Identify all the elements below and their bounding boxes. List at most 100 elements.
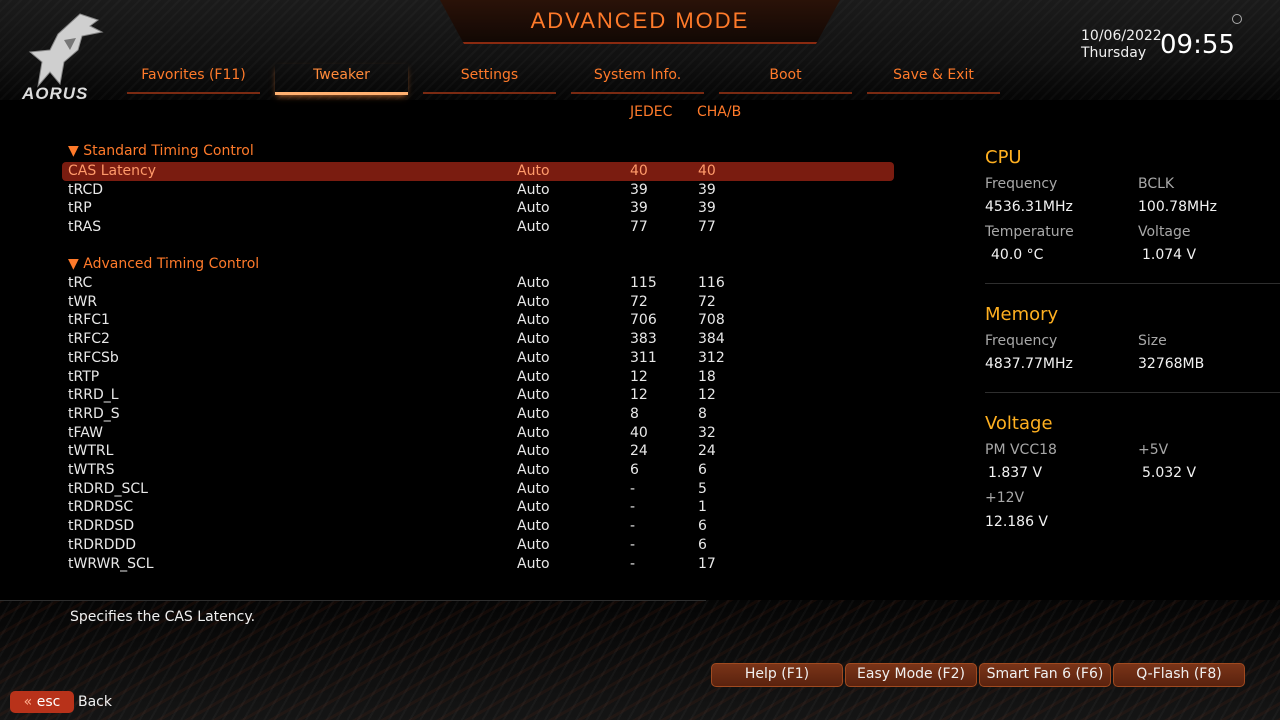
timing-row[interactable]: tRP Auto 39 39 — [62, 199, 894, 218]
timing-row[interactable]: tRCD Auto 39 39 — [62, 181, 894, 200]
column-header-jedec: JEDEC — [630, 104, 673, 120]
timing-row[interactable]: tRDRD_SCL Auto - 5 — [62, 480, 894, 499]
cha-b-value: 8 — [698, 405, 707, 422]
cpu-bclk-value: 100.78MHz — [1138, 199, 1217, 215]
timing-name: tRDRDSC — [68, 499, 134, 516]
easy-mode-button[interactable]: Easy Mode (F2) — [845, 663, 977, 687]
timing-row[interactable]: tWRWR_SCL Auto - 17 — [62, 555, 894, 574]
panel-divider — [985, 283, 1280, 284]
timing-name: tFAW — [68, 424, 103, 441]
help-button[interactable]: Help (F1) — [711, 663, 843, 687]
timing-name: tRRD_L — [68, 387, 119, 404]
jedec-value: 77 — [630, 219, 648, 236]
timing-row[interactable]: tFAW Auto 40 32 — [62, 424, 894, 443]
back-label[interactable]: Back — [78, 694, 112, 710]
timing-mode-value: Auto — [517, 424, 550, 441]
cha-b-value: 116 — [698, 275, 725, 291]
timing-name: tRFC2 — [68, 331, 110, 348]
timing-name: tWR — [68, 293, 98, 310]
jedec-value: 40 — [630, 163, 648, 179]
timing-row[interactable]: tRFCSb Auto 311 312 — [62, 349, 894, 368]
voltage-title: Voltage — [985, 413, 1053, 434]
section-advanced-timing[interactable]: ▼ Advanced Timing Control — [68, 256, 259, 272]
tab-favorites[interactable]: Favorites (F11) — [127, 64, 260, 94]
jedec-value: 706 — [630, 312, 657, 329]
settings-dot-icon[interactable] — [1232, 14, 1242, 24]
jedec-value: 115 — [630, 275, 657, 291]
timing-name: tRC — [68, 275, 93, 291]
timing-row[interactable]: tRRD_S Auto 8 8 — [62, 405, 894, 424]
timing-mode-value: Auto — [517, 181, 550, 198]
day-text: Thursday — [1081, 45, 1147, 61]
memory-frequency-value: 4837.77MHz — [985, 356, 1073, 372]
cha-b-value: 6 — [698, 518, 707, 535]
pm-vcc18-value: 1.837 V — [988, 465, 1043, 481]
timing-row[interactable]: tRFC1 Auto 706 708 — [62, 311, 894, 330]
section-label: Advanced Timing Control — [83, 256, 260, 272]
tab-settings[interactable]: Settings — [423, 64, 556, 94]
memory-frequency-label: Frequency — [985, 333, 1058, 349]
cha-b-value: 77 — [698, 219, 716, 236]
timing-row[interactable]: tRRD_L Auto 12 12 — [62, 386, 894, 405]
timing-row[interactable]: tRDRDSD Auto - 6 — [62, 517, 894, 536]
jedec-value: - — [630, 536, 636, 553]
timing-mode-value: Auto — [517, 443, 550, 460]
tab-boot[interactable]: Boot — [719, 64, 852, 94]
page-title: ADVANCED MODE — [530, 8, 750, 33]
tab-tweaker[interactable]: Tweaker — [275, 64, 408, 95]
memory-size-label: Size — [1138, 333, 1167, 349]
timing-row[interactable]: tRFC2 Auto 383 384 — [62, 330, 894, 349]
timing-row[interactable]: CAS Latency Auto 40 40 — [62, 162, 894, 181]
cha-b-value: 5 — [698, 480, 707, 497]
cpu-temperature-value: 40.0 °C — [991, 247, 1044, 263]
plus5v-value: 5.032 V — [1142, 465, 1197, 481]
timing-row[interactable]: tRDRDSC Auto - 1 — [62, 498, 894, 517]
jedec-value: - — [630, 499, 636, 516]
tab-system-info[interactable]: System Info. — [571, 64, 704, 94]
timing-mode-value: Auto — [517, 349, 550, 366]
timing-row[interactable]: tWTRS Auto 6 6 — [62, 461, 894, 480]
tab-save-exit[interactable]: Save & Exit — [867, 64, 1000, 94]
cha-b-value: 312 — [698, 349, 725, 366]
cpu-bclk-label: BCLK — [1138, 176, 1175, 192]
cha-b-value: 39 — [698, 200, 716, 217]
timing-name: tRAS — [68, 219, 102, 236]
cpu-temperature-label: Temperature — [985, 224, 1074, 240]
timing-name: tRRD_S — [68, 405, 120, 422]
cha-b-value: 708 — [698, 312, 725, 329]
timing-name: tRFC1 — [68, 312, 110, 329]
help-description: Specifies the CAS Latency. — [70, 609, 256, 625]
timing-row[interactable]: tRDRDDD Auto - 6 — [62, 536, 894, 555]
esc-button[interactable]: « esc — [10, 691, 74, 713]
cha-b-value: 18 — [698, 368, 716, 385]
timing-mode-value: Auto — [517, 275, 550, 291]
timing-name: tRDRDDD — [68, 536, 137, 553]
jedec-value: 39 — [630, 200, 648, 217]
timing-row[interactable]: tWR Auto 72 72 — [62, 293, 894, 312]
jedec-value: 6 — [630, 462, 639, 478]
main-tabs: Favorites (F11) Tweaker Settings System … — [127, 64, 1000, 95]
jedec-value: 39 — [630, 181, 648, 198]
timing-name: tRCD — [68, 181, 104, 198]
jedec-value: - — [630, 480, 636, 497]
cha-b-value: 1 — [698, 499, 707, 516]
timing-row[interactable]: tRTP Auto 12 18 — [62, 368, 894, 387]
smart-fan-button[interactable]: Smart Fan 6 (F6) — [979, 663, 1111, 687]
timing-row[interactable]: tRAS Auto 77 77 — [62, 218, 894, 237]
double-chevron-left-icon: « — [23, 694, 33, 710]
timing-name: tRDRD_SCL — [68, 480, 148, 497]
cpu-frequency-label: Frequency — [985, 176, 1058, 192]
timing-mode-value: Auto — [517, 462, 550, 478]
jedec-value: 72 — [630, 293, 648, 310]
timing-mode-value: Auto — [517, 555, 550, 572]
timing-name: CAS Latency — [68, 163, 157, 179]
timing-mode-value: Auto — [517, 387, 550, 404]
timing-row[interactable]: tWTRL Auto 24 24 — [62, 442, 894, 461]
cha-b-value: 39 — [698, 181, 716, 198]
section-standard-timing[interactable]: ▼ Standard Timing Control — [68, 143, 254, 159]
timing-mode-value: Auto — [517, 480, 550, 497]
jedec-value: - — [630, 518, 636, 535]
timing-row[interactable]: tRC Auto 115 116 — [62, 274, 894, 293]
timing-name: tWTRL — [68, 443, 114, 460]
q-flash-button[interactable]: Q-Flash (F8) — [1113, 663, 1245, 687]
